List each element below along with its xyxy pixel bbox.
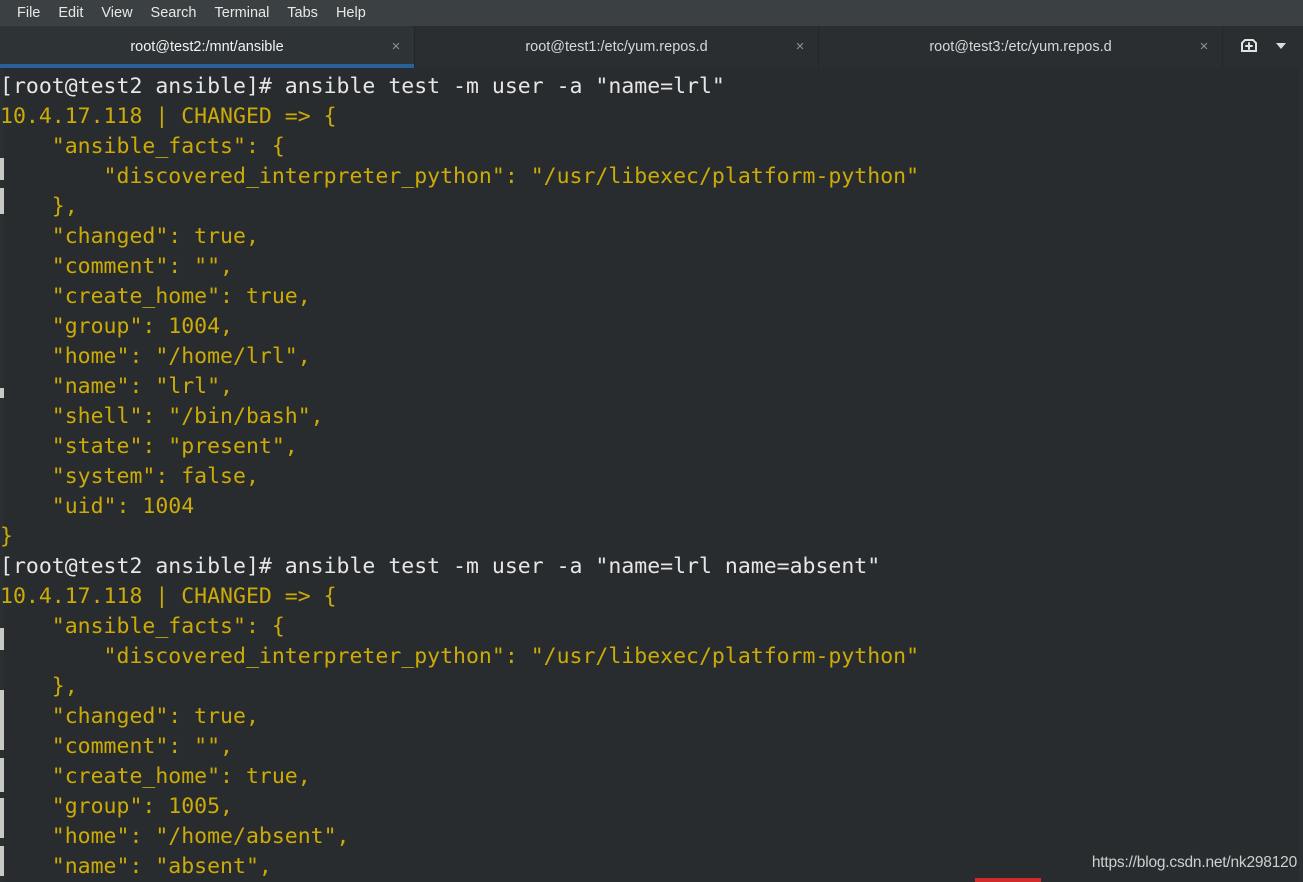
terminal-text: [root@test2 ansible]# ansible test -m us… xyxy=(0,72,1303,882)
terminal-output-line: "shell": "/bin/bash", xyxy=(0,404,324,429)
tab-title: root@test1:/etc/yum.repos.d xyxy=(525,39,708,55)
menu-item-edit[interactable]: Edit xyxy=(49,2,92,24)
menu-item-view[interactable]: View xyxy=(92,2,141,24)
terminal-output-line: "discovered_interpreter_python": "/usr/l… xyxy=(0,644,920,669)
watermark-url: https://blog.csdn.net/nk298120 xyxy=(1091,854,1297,871)
tab-close-icon[interactable]: × xyxy=(388,39,404,55)
tab-bar-tools xyxy=(1229,26,1303,68)
tab-title: root@test3:/etc/yum.repos.d xyxy=(929,39,1112,55)
terminal-output-line: "state": "present", xyxy=(0,434,298,459)
terminal-tab-1[interactable]: root@test2:/mnt/ansible × xyxy=(0,26,415,68)
terminal-output-line: "changed": true, xyxy=(0,704,259,729)
menu-item-search[interactable]: Search xyxy=(142,2,206,24)
terminal-output-line: "uid": 1004 xyxy=(0,494,195,519)
terminal-output-line: "name": "lrl", xyxy=(0,374,233,399)
terminal-output-line: "discovered_interpreter_python": "/usr/l… xyxy=(0,164,920,189)
terminal-tab-2[interactable]: root@test1:/etc/yum.repos.d × xyxy=(415,26,819,68)
terminal-output-line: "comment": "", xyxy=(0,734,233,759)
terminal-prompt-line: [root@test2 ansible]# ansible test -m us… xyxy=(0,74,725,99)
terminal-output-line: 10.4.17.118 | CHANGED => { xyxy=(0,104,337,129)
new-tab-icon[interactable] xyxy=(1239,35,1259,59)
menu-bar: File Edit View Search Terminal Tabs Help xyxy=(0,0,1303,26)
tab-bar: root@test2:/mnt/ansible × root@test1:/etc/… xyxy=(0,26,1303,68)
menu-item-tabs[interactable]: Tabs xyxy=(278,2,327,24)
terminal-output-line: } xyxy=(0,524,13,549)
tab-title: root@test2:/mnt/ansible xyxy=(130,39,284,55)
menu-item-terminal[interactable]: Terminal xyxy=(206,2,279,24)
terminal-output-line: "system": false, xyxy=(0,464,259,489)
terminal-output-line: "ansible_facts": { xyxy=(0,614,285,639)
terminal-output-area[interactable]: [root@test2 ansible]# ansible test -m us… xyxy=(0,68,1303,882)
menu-item-help[interactable]: Help xyxy=(327,2,375,24)
chevron-down-icon[interactable] xyxy=(1273,37,1289,57)
terminal-output-line: }, xyxy=(0,674,78,699)
terminal-output-line: "changed": true, xyxy=(0,224,259,249)
terminal-output-line: 10.4.17.118 | CHANGED => { xyxy=(0,584,337,609)
terminal-window: File Edit View Search Terminal Tabs Help root@… xyxy=(0,0,1303,882)
terminal-output-line: "group": 1004, xyxy=(0,314,233,339)
terminal-output-line: "home": "/home/absent", xyxy=(0,824,350,849)
terminal-output-line: "create_home": true, xyxy=(0,764,311,789)
tab-close-icon[interactable]: × xyxy=(792,39,808,55)
terminal-prompt-line: [root@test2 ansible]# ansible test -m us… xyxy=(0,554,881,579)
terminal-output-line: "comment": "", xyxy=(0,254,233,279)
terminal-output-line: "group": 1005, xyxy=(0,794,233,819)
taskbar-indicator xyxy=(975,878,1041,882)
terminal-output-line: "create_home": true, xyxy=(0,284,311,309)
terminal-output-line: "home": "/home/lrl", xyxy=(0,344,311,369)
terminal-scrollbar[interactable] xyxy=(1299,68,1303,882)
tab-close-icon[interactable]: × xyxy=(1196,39,1212,55)
menu-item-file[interactable]: File xyxy=(8,2,49,24)
terminal-tab-3[interactable]: root@test3:/etc/yum.repos.d × xyxy=(819,26,1223,68)
terminal-output-line: "ansible_facts": { xyxy=(0,134,285,159)
terminal-output-line: }, xyxy=(0,194,78,219)
